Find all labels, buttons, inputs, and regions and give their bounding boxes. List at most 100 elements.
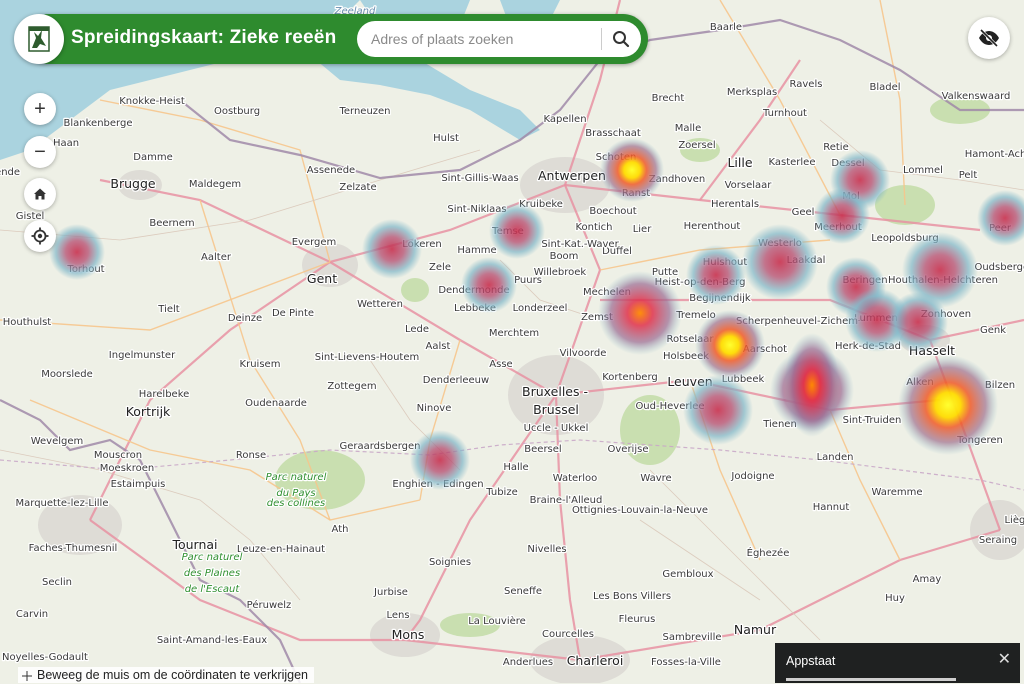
place-label: Jurbise <box>373 587 408 598</box>
place-label: Sambreville <box>662 632 721 643</box>
place-label: Zelzate <box>339 182 376 193</box>
place-label: Evergem <box>292 237 337 248</box>
place-label: Uccle - Ukkel <box>524 423 589 434</box>
place-label: Merchtem <box>489 328 539 339</box>
place-label: Ravels <box>790 79 823 90</box>
place-label: Deinze <box>228 313 262 324</box>
place-label: Geel <box>792 207 815 218</box>
hotspot <box>695 310 765 380</box>
place-label: Courcelles <box>542 629 594 640</box>
zoom-in-button[interactable]: + <box>24 93 56 125</box>
place-label: Fosses-la-Ville <box>651 657 721 668</box>
place-label: Genk <box>980 325 1006 336</box>
place-label: Lede <box>405 324 429 335</box>
place-label: Brugge <box>110 176 156 191</box>
place-label: Leuze-en-Hainaut <box>237 544 325 555</box>
hotspot <box>683 375 753 445</box>
place-label: Seneffe <box>504 586 542 597</box>
coordinates-text: Beweeg de muis om de coördinaten te verk… <box>37 668 308 682</box>
place-label: Wevelgem <box>31 436 84 447</box>
hotspot <box>784 333 840 437</box>
place-label: Sint-Truiden <box>843 415 902 426</box>
place-label: Charleroi <box>567 653 624 668</box>
hotspot <box>461 257 517 313</box>
place-label: Landen <box>817 452 854 463</box>
place-label: Tubize <box>485 487 517 498</box>
zoom-out-button[interactable]: − <box>24 136 56 168</box>
place-label: Fleurus <box>619 614 656 625</box>
hide-ui-button[interactable] <box>968 17 1010 59</box>
hotspot <box>898 355 998 455</box>
place-label: Faches-Thumesnil <box>29 543 118 554</box>
place-label: Denderleeuw <box>423 375 489 386</box>
place-label: Lier <box>633 224 653 235</box>
place-label: Harelbeke <box>139 389 190 400</box>
place-label: Estaimpuis <box>111 479 166 490</box>
place-label: Hulst <box>433 133 459 144</box>
locate-button[interactable] <box>24 220 56 252</box>
place-label: Londerzeel <box>513 303 568 314</box>
place-label: Hamont-Achel <box>965 149 1024 160</box>
place-label: Liège <box>1004 514 1024 526</box>
place-label: La Louvière <box>468 615 526 627</box>
place-label: Haan <box>53 138 79 149</box>
place-label: Beersel <box>524 444 561 455</box>
place-label: Herenthout <box>684 221 741 232</box>
header-bar: Spreidingskaart: Zieke reeën <box>14 14 648 64</box>
place-label: Waremme <box>871 487 922 498</box>
place-label: Valkenswaard <box>942 91 1011 102</box>
search-input[interactable] <box>369 27 601 51</box>
place-label: Lommel <box>903 165 943 176</box>
hotspot <box>888 292 948 352</box>
place-label: Retie <box>823 142 849 153</box>
home-button[interactable] <box>24 178 56 210</box>
place-label: Maldegem <box>189 179 241 190</box>
minus-icon: − <box>34 140 46 163</box>
place-label: Baarle <box>710 22 742 33</box>
place-label: Amay <box>913 574 942 585</box>
place-label: Halle <box>503 462 528 473</box>
place-label: Oostburg <box>214 106 260 117</box>
hotspot <box>814 188 870 244</box>
place-label: Bruxelles - <box>522 384 588 399</box>
place-label: Oudenaarde <box>245 398 307 409</box>
place-label: Knokke-Heist <box>119 96 185 107</box>
page-title: Spreidingskaart: Zieke reeën <box>71 27 337 48</box>
place-label: Antwerpen <box>538 168 606 183</box>
place-label: Boom <box>550 251 579 262</box>
place-label: Saint-Amand-les-Eaux <box>157 635 267 646</box>
search-button[interactable] <box>604 23 638 55</box>
search-icon <box>613 31 630 48</box>
place-label: Aalst <box>426 341 451 352</box>
coordinates-status: Beweeg de muis om de coördinaten te verk… <box>18 667 314 683</box>
place-label: Sint-Gillis-Waas <box>441 173 518 184</box>
place-label: Seclin <box>42 577 72 588</box>
place-label: Terneuzen <box>338 106 390 117</box>
place-label: Hannut <box>813 502 850 513</box>
search-divider <box>601 28 602 50</box>
place-label: Tournai <box>171 537 217 552</box>
app-logo[interactable] <box>14 14 64 64</box>
place-label: Soignies <box>429 557 471 568</box>
place-label: Oudsbergen <box>974 262 1024 273</box>
place-label: Asse <box>489 359 512 370</box>
close-icon[interactable]: ✕ <box>998 649 1011 669</box>
place-label: Zele <box>429 262 451 273</box>
place-label: Péruwelz <box>247 599 292 611</box>
app-state-content <box>786 676 986 683</box>
place-label: Malle <box>675 123 701 134</box>
place-label: Nivelles <box>527 544 566 555</box>
place-label: Tielt <box>157 304 180 315</box>
distribution-map[interactable]: ZeelandBruggeGentAntwerpenBruxelles -Bru… <box>0 0 1024 683</box>
place-label: Sint-Lievens-Houtem <box>315 352 420 363</box>
place-label: Namur <box>734 622 777 637</box>
place-label: Waterloo <box>553 473 598 484</box>
search-box <box>357 21 641 57</box>
eye-off-icon <box>979 29 999 47</box>
hotspot <box>410 430 470 490</box>
crosshair-small-icon <box>22 670 32 681</box>
place-label: Pelt <box>959 170 978 181</box>
place-label: Brasschaat <box>585 128 641 139</box>
place-label: Ninove <box>417 403 452 414</box>
place-label: Merksplas <box>727 87 777 98</box>
